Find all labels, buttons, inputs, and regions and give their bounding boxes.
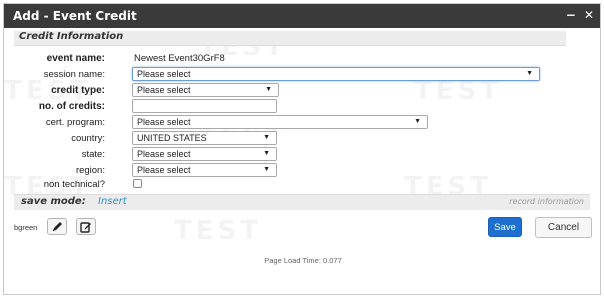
session-name-label: session name: [43,69,105,80]
save-mode-value: Insert [98,196,127,207]
record-information-link[interactable]: record information [509,197,584,206]
username: bgreen [14,223,38,232]
event-name-label: event name: [46,53,105,64]
dropdown-arrow-icon: ▼ [265,86,272,93]
num-credits-row: no. of credits: [4,99,584,115]
close-icon[interactable]: ✕ [584,8,594,22]
region-select-value: Please select [137,165,191,175]
non-technical-row: non technical? [4,177,584,193]
page-load-time: Page Load Time: 0.077 [264,256,342,265]
cert-program-row: cert. program: Please select ▼ [4,115,584,131]
country-select-value: UNITED STATES [137,133,207,143]
event-name-row: event name: Newest Event30GrF8 [4,51,584,67]
pen-button[interactable] [47,218,67,235]
country-row: country: UNITED STATES ▼ [4,131,584,147]
state-select[interactable]: Please select ▼ [132,147,277,161]
non-technical-label: non technical? [43,179,105,190]
event-name-value: Newest Event30GrF8 [134,53,225,64]
num-credits-input[interactable] [132,99,277,113]
state-label: state: [81,149,105,160]
edit-icon [80,222,91,233]
add-event-credit-dialog: TEST TEST TEST TEST TEST TEST TEST Add -… [3,3,601,295]
watermark: TEST [174,216,262,246]
credit-type-select[interactable]: Please select ▼ [132,83,279,97]
dialog-title: Add - Event Credit [13,9,137,23]
session-name-select-value: Please select [137,69,191,79]
dropdown-arrow-icon: ▼ [263,134,270,141]
titlebar-controls: − ✕ [562,8,594,22]
dialog-titlebar: Add - Event Credit − ✕ [4,4,600,28]
region-select[interactable]: Please select ▼ [132,163,277,177]
session-name-select[interactable]: Please select ▼ [132,67,540,81]
cert-program-label: cert. program: [45,117,105,128]
save-mode-label: save mode: [21,196,86,207]
credit-type-select-value: Please select [137,85,191,95]
save-button[interactable]: Save [488,217,522,237]
region-label: region: [75,165,105,176]
non-technical-checkbox[interactable] [133,179,142,188]
cert-program-select-value: Please select [137,117,191,127]
credit-type-row: credit type: Please select ▼ [4,83,584,99]
session-name-row: session name: Please select ▼ [4,67,584,83]
country-label: country: [71,133,105,144]
dropdown-arrow-icon: ▼ [526,70,533,77]
cert-program-select[interactable]: Please select ▼ [132,115,428,129]
pen-icon [52,222,62,232]
section-header: Credit Information [14,31,566,46]
minimize-icon[interactable]: − [566,8,576,22]
edit-button[interactable] [76,218,96,235]
state-row: state: Please select ▼ [4,147,584,163]
state-select-value: Please select [137,149,191,159]
country-select[interactable]: UNITED STATES ▼ [132,131,277,145]
dropdown-arrow-icon: ▼ [263,150,270,157]
num-credits-label: no. of credits: [38,101,105,112]
section-title: Credit Information [19,31,124,42]
credit-type-label: credit type: [51,85,105,96]
save-mode-bar: save mode: Insert record information [14,194,590,210]
cancel-button[interactable]: Cancel [535,217,592,238]
dropdown-arrow-icon: ▼ [414,118,421,125]
dropdown-arrow-icon: ▼ [263,166,270,173]
